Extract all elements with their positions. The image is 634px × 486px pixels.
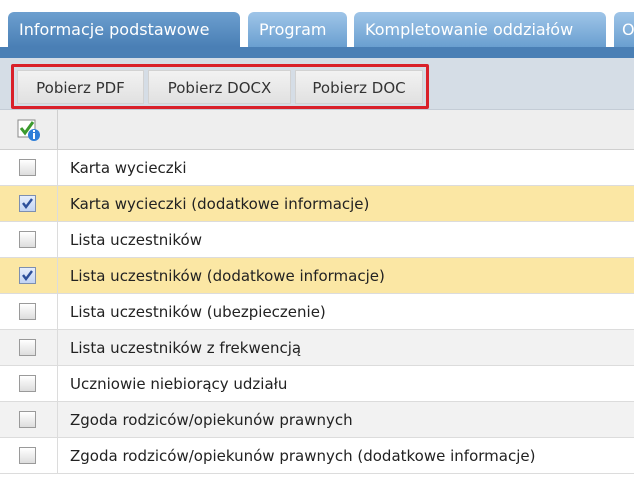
- table-row[interactable]: Zgoda rodziców/opiekunów prawnych (dodat…: [0, 438, 634, 474]
- table-row[interactable]: Karta wycieczki: [0, 150, 634, 186]
- download-doc-button[interactable]: Pobierz DOC: [295, 70, 423, 104]
- row-checkbox[interactable]: [19, 411, 36, 428]
- row-check-cell: [0, 438, 58, 473]
- table-row[interactable]: Lista uczestników (dodatkowe informacje): [0, 258, 634, 294]
- row-label: Karta wycieczki: [70, 159, 187, 177]
- document-grid: Karta wycieczki Karta wycieczki (dodatkow…: [0, 110, 634, 474]
- row-checkbox[interactable]: [19, 159, 36, 176]
- row-check-cell: [0, 150, 58, 185]
- table-row[interactable]: Zgoda rodziców/opiekunów prawnych: [0, 402, 634, 438]
- row-checkbox[interactable]: [19, 231, 36, 248]
- row-label: Lista uczestników: [70, 231, 203, 249]
- tab-strip: [0, 47, 634, 58]
- row-checkbox[interactable]: [19, 303, 36, 320]
- download-pdf-button[interactable]: Pobierz PDF: [17, 70, 144, 104]
- tab-program[interactable]: Program: [248, 12, 347, 47]
- table-row[interactable]: Karta wycieczki (dodatkowe informacje): [0, 186, 634, 222]
- tab-kompletowanie-oddzialow[interactable]: Kompletowanie oddziałów: [354, 12, 606, 47]
- header-check-cell: [0, 110, 58, 149]
- checkmark-icon: [22, 270, 33, 281]
- tab-label: O: [622, 20, 634, 39]
- row-check-cell: [0, 402, 58, 437]
- row-checkbox[interactable]: [19, 375, 36, 392]
- tab-label: Kompletowanie oddziałów: [365, 20, 574, 39]
- tab-informacje-podstawowe[interactable]: Informacje podstawowe: [8, 12, 240, 47]
- row-checkbox[interactable]: [19, 267, 36, 284]
- row-label: Zgoda rodziców/opiekunów prawnych (dodat…: [70, 447, 536, 465]
- row-label: Karta wycieczki (dodatkowe informacje): [70, 195, 370, 213]
- row-label: Lista uczestników (ubezpieczenie): [70, 303, 326, 321]
- table-row[interactable]: Lista uczestników: [0, 222, 634, 258]
- row-checkbox[interactable]: [19, 195, 36, 212]
- row-check-cell: [0, 294, 58, 329]
- row-check-cell: [0, 186, 58, 221]
- row-label: Lista uczestników (dodatkowe informacje): [70, 267, 385, 285]
- tab-label: Program: [259, 20, 327, 39]
- table-row[interactable]: Uczniowie niebiorący udziału: [0, 366, 634, 402]
- row-label: Lista uczestników z frekwencją: [70, 339, 302, 357]
- row-check-cell: [0, 330, 58, 365]
- row-label: Uczniowie niebiorący udziału: [70, 375, 288, 393]
- checkmark-icon: [22, 198, 33, 209]
- row-checkbox[interactable]: [19, 339, 36, 356]
- check-info-icon[interactable]: [17, 118, 41, 146]
- grid-header: [0, 110, 634, 150]
- row-check-cell: [0, 222, 58, 257]
- table-row[interactable]: Lista uczestników (ubezpieczenie): [0, 294, 634, 330]
- row-label: Zgoda rodziców/opiekunów prawnych: [70, 411, 353, 429]
- table-row[interactable]: Lista uczestników z frekwencją: [0, 330, 634, 366]
- tab-label: Informacje podstawowe: [19, 20, 210, 39]
- tab-bar: Informacje podstawowe Program Kompletowa…: [0, 0, 634, 58]
- row-check-cell: [0, 366, 58, 401]
- row-checkbox[interactable]: [19, 447, 36, 464]
- download-docx-button[interactable]: Pobierz DOCX: [148, 70, 291, 104]
- tab-next[interactable]: O: [614, 12, 634, 47]
- row-check-cell: [0, 258, 58, 293]
